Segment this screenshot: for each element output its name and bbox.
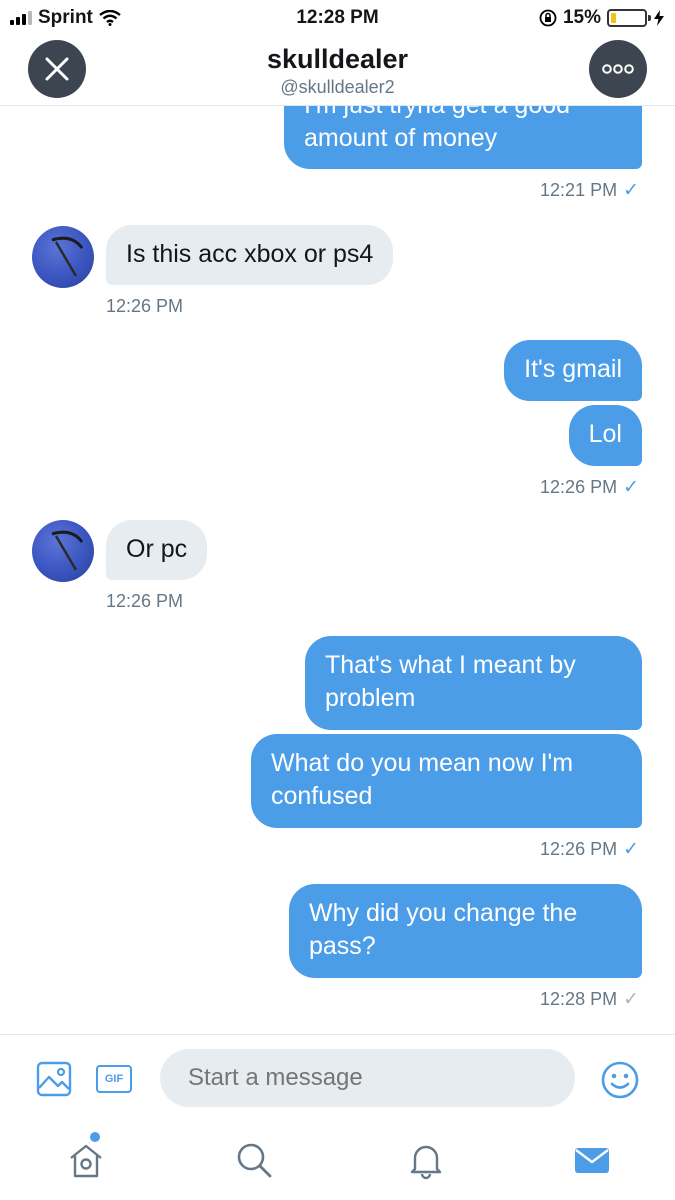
charging-bolt-icon — [654, 10, 664, 26]
message-bubble-outgoing[interactable]: That's what I meant by problem — [305, 636, 642, 730]
message-timestamp: 12:21 PM ✓ — [540, 180, 639, 201]
message-timestamp: 12:26 PM — [106, 591, 184, 611]
message-text: What do you mean now I'm confused — [271, 749, 574, 810]
avatar[interactable] — [32, 226, 94, 288]
message-bubble-incoming[interactable]: Is this acc xbox or ps4 — [106, 225, 394, 285]
battery-percent: 15% — [562, 7, 601, 28]
message-text: Is this acc xbox or ps4 — [126, 240, 374, 268]
battery-icon — [607, 9, 651, 27]
gif-icon[interactable]: GIF — [96, 1065, 132, 1093]
message-text: Or pc — [126, 535, 188, 563]
avatar[interactable] — [32, 520, 94, 582]
tab-notifications[interactable] — [404, 1138, 448, 1182]
message-timestamp: 12:26 PM — [106, 296, 184, 316]
message-timestamp: 12:28 PM ✓ — [540, 989, 639, 1010]
search-icon — [237, 1143, 272, 1178]
message-text: It's gmail — [524, 355, 622, 383]
tab-search[interactable] — [232, 1138, 276, 1182]
message-bubble-outgoing[interactable]: I'm just tryna get a good amount of mone… — [284, 106, 642, 169]
conversation-title: skulldealer — [266, 44, 409, 74]
message-text: I'm just tryna get a good amount of mone… — [304, 106, 570, 152]
message-thread[interactable]: I'm just tryna get a good amount of mone… — [0, 106, 675, 1034]
message-timestamp: 12:26 PM ✓ — [540, 477, 639, 498]
message-bubble-incoming[interactable]: Or pc — [106, 520, 208, 580]
message-text: That's what I meant by problem — [325, 651, 576, 712]
tab-home[interactable] — [64, 1138, 108, 1182]
status-right: 15% — [539, 7, 665, 29]
image-icon[interactable] — [36, 1061, 72, 1097]
scythe-avatar-icon — [51, 530, 84, 571]
orientation-lock-icon — [539, 9, 557, 27]
sent-check-icon: ✓ — [623, 989, 639, 1010]
more-options-button[interactable] — [589, 40, 647, 98]
message-text: Why did you change the pass? — [309, 899, 578, 960]
emoji-icon[interactable] — [600, 1060, 640, 1100]
message-text: Lol — [588, 420, 622, 448]
more-options-icon — [602, 64, 634, 74]
notifications-icon — [410, 1145, 442, 1180]
scythe-avatar-icon — [51, 236, 84, 277]
message-bubble-outgoing[interactable]: Why did you change the pass? — [289, 884, 642, 978]
home-icon — [70, 1144, 102, 1178]
message-timestamp: 12:26 PM ✓ — [540, 839, 639, 860]
message-bubble-outgoing[interactable]: What do you mean now I'm confused — [251, 734, 642, 828]
conversation-header: skulldealer @skulldealer2 — [0, 36, 675, 106]
read-check-icon: ✓ — [623, 477, 639, 498]
notification-dot — [90, 1132, 100, 1142]
read-check-icon: ✓ — [623, 839, 639, 860]
conversation-handle: @skulldealer2 — [280, 77, 395, 97]
read-check-icon: ✓ — [623, 180, 639, 201]
tab-messages[interactable] — [570, 1138, 614, 1182]
message-composer: GIF — [0, 1034, 675, 1120]
message-bubble-outgoing[interactable]: It's gmail — [504, 340, 642, 401]
message-bubble-outgoing[interactable]: Lol — [568, 405, 642, 466]
tab-bar — [0, 1120, 675, 1200]
status-bar: Sprint 12:28 PM 15% — [0, 0, 675, 36]
messages-icon — [575, 1148, 609, 1173]
message-input[interactable] — [160, 1049, 575, 1107]
